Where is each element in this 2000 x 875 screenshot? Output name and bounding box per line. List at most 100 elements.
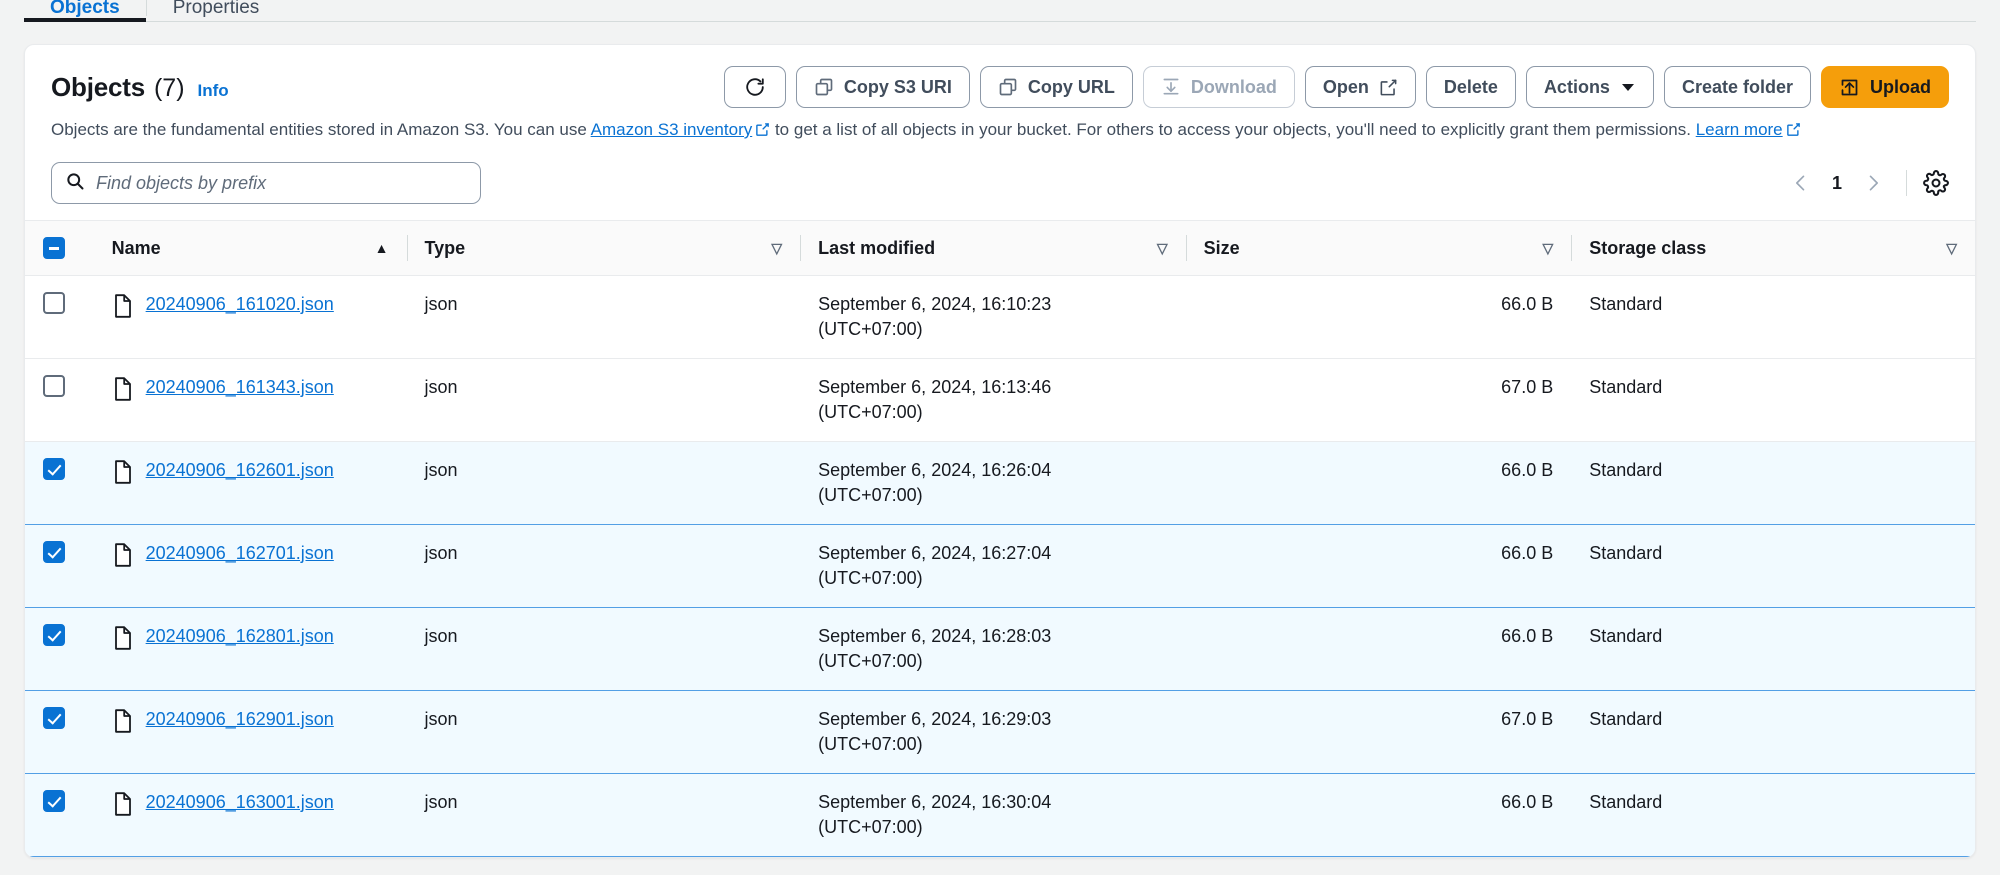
tab-objects[interactable]: Objects xyxy=(24,0,146,22)
object-name-link[interactable]: 20240906_162901.json xyxy=(146,707,334,732)
external-link-icon xyxy=(1786,120,1801,144)
row-select-cell xyxy=(25,773,94,857)
delete-label: Delete xyxy=(1443,76,1498,97)
last-modified-timezone: (UTC+07:00) xyxy=(818,319,923,339)
table-row[interactable]: 20240906_162701.json json September 6, 202… xyxy=(25,524,1975,608)
refresh-button[interactable] xyxy=(723,66,786,108)
file-icon xyxy=(112,377,134,408)
table-row[interactable]: 20240906_161020.json json September 6, 202… xyxy=(25,275,1975,359)
column-header-storage-class-label: Storage class xyxy=(1589,237,1707,258)
copy-s3-uri-label: Copy S3 URI xyxy=(843,76,952,97)
tab-properties[interactable]: Properties xyxy=(147,0,286,22)
row-type-cell: json xyxy=(406,607,801,691)
pagination-divider xyxy=(1906,170,1907,196)
row-select-cell xyxy=(25,275,94,359)
actions-label: Actions xyxy=(1543,76,1610,97)
learn-more-link[interactable]: Learn more xyxy=(1696,120,1783,139)
row-last-modified-cell: September 6, 2024, 16:13:46 (UTC+07:00) xyxy=(800,358,1186,442)
open-button[interactable]: Open xyxy=(1304,66,1416,108)
table-settings-button[interactable] xyxy=(1923,170,1949,196)
row-select-cell xyxy=(25,358,94,442)
row-checkbox[interactable] xyxy=(43,541,65,563)
last-modified-date: September 6, 2024, 16:28:03 xyxy=(818,626,1052,646)
delete-button[interactable]: Delete xyxy=(1425,66,1516,108)
row-checkbox[interactable] xyxy=(43,624,65,646)
table-row[interactable]: 20240906_163001.json json September 6, 202… xyxy=(25,773,1975,857)
row-type-cell: json xyxy=(406,358,801,442)
table-row[interactable]: 20240906_162601.json json September 6, 202… xyxy=(25,441,1975,525)
sort-icon: ▽ xyxy=(1946,240,1957,256)
last-modified-timezone: (UTC+07:00) xyxy=(818,402,923,422)
upload-button[interactable]: Upload xyxy=(1821,66,1949,108)
object-name-link[interactable]: 20240906_162601.json xyxy=(146,458,334,483)
next-page-button[interactable] xyxy=(1856,166,1890,200)
amazon-s3-inventory-link[interactable]: Amazon S3 inventory xyxy=(591,120,753,139)
search-input[interactable]: Find objects by prefix xyxy=(51,162,481,204)
select-all-checkbox[interactable] xyxy=(43,237,65,259)
refresh-icon xyxy=(744,76,766,98)
row-type-cell: json xyxy=(406,441,801,525)
row-size-cell: 66.0 B xyxy=(1185,441,1572,525)
object-name-link[interactable]: 20240906_163001.json xyxy=(146,790,334,815)
upload-label: Upload xyxy=(1870,76,1931,97)
tab-properties-label: Properties xyxy=(172,0,260,18)
download-button[interactable]: Download xyxy=(1142,66,1295,108)
info-link[interactable]: Info xyxy=(198,81,229,101)
create-folder-button[interactable]: Create folder xyxy=(1663,66,1811,108)
panel-header: Objects (7) Info Copy S3 URI Copy URL Do… xyxy=(25,45,1975,144)
panel-title-group: Objects (7) Info xyxy=(51,72,229,103)
row-checkbox[interactable] xyxy=(43,292,65,314)
row-checkbox[interactable] xyxy=(43,707,65,729)
object-name-link[interactable]: 20240906_162801.json xyxy=(146,624,334,649)
row-last-modified-cell: September 6, 2024, 16:29:03 (UTC+07:00) xyxy=(800,690,1186,774)
row-size-cell: 66.0 B xyxy=(1185,773,1572,857)
row-checkbox[interactable] xyxy=(43,458,65,480)
actions-button[interactable]: Actions xyxy=(1525,66,1654,108)
row-size-cell: 66.0 B xyxy=(1185,275,1572,359)
external-link-icon xyxy=(755,120,770,144)
prev-page-button[interactable] xyxy=(1784,166,1818,200)
download-icon xyxy=(1161,77,1181,97)
column-header-last-modified[interactable]: Last modified ▽ xyxy=(800,220,1186,276)
row-type-cell: json xyxy=(406,690,801,774)
row-checkbox[interactable] xyxy=(43,375,65,397)
column-header-name[interactable]: Name ▲ xyxy=(93,220,407,276)
file-icon xyxy=(112,626,134,657)
last-modified-date: September 6, 2024, 16:13:46 xyxy=(818,377,1052,397)
column-header-storage-class[interactable]: Storage class ▽ xyxy=(1571,220,1975,276)
row-last-modified-cell: September 6, 2024, 16:30:04 (UTC+07:00) xyxy=(800,773,1186,857)
row-storage-class-cell: Standard xyxy=(1571,773,1975,857)
row-size-cell: 67.0 B xyxy=(1185,358,1572,442)
column-header-type[interactable]: Type ▽ xyxy=(406,220,801,276)
object-name-link[interactable]: 20240906_162701.json xyxy=(146,541,334,566)
column-header-size[interactable]: Size ▽ xyxy=(1185,220,1572,276)
last-modified-date: September 6, 2024, 16:26:04 xyxy=(818,460,1052,480)
row-type-cell: json xyxy=(406,773,801,857)
row-select-cell xyxy=(25,690,94,774)
search-icon xyxy=(65,171,85,196)
page-number[interactable]: 1 xyxy=(1822,173,1852,194)
last-modified-timezone: (UTC+07:00) xyxy=(818,485,923,505)
row-checkbox[interactable] xyxy=(43,790,65,812)
row-last-modified-cell: September 6, 2024, 16:28:03 (UTC+07:00) xyxy=(800,607,1186,691)
table-row[interactable]: 20240906_162901.json json September 6, 202… xyxy=(25,690,1975,774)
table-row[interactable]: 20240906_162801.json json September 6, 202… xyxy=(25,607,1975,691)
sort-icon: ▽ xyxy=(1542,240,1554,256)
file-icon xyxy=(112,460,134,491)
last-modified-date: September 6, 2024, 16:27:04 xyxy=(818,543,1052,563)
copy-s3-uri-button[interactable]: Copy S3 URI xyxy=(795,66,970,108)
objects-table: Name ▲ Type ▽ Last modified ▽ Size ▽ Sto… xyxy=(25,220,1975,857)
row-storage-class-cell: Standard xyxy=(1571,275,1975,359)
table-row[interactable]: 20240906_161343.json json September 6, 202… xyxy=(25,358,1975,442)
object-name-link[interactable]: 20240906_161343.json xyxy=(146,375,334,400)
row-last-modified-cell: September 6, 2024, 16:27:04 (UTC+07:00) xyxy=(800,524,1186,608)
row-name-cell: 20240906_162901.json xyxy=(93,690,407,774)
object-name-link[interactable]: 20240906_161020.json xyxy=(146,292,334,317)
table-controls: Find objects by prefix 1 xyxy=(25,144,1975,220)
column-header-size-label: Size xyxy=(1203,237,1240,258)
download-label: Download xyxy=(1190,76,1277,97)
row-select-cell xyxy=(25,441,94,525)
sort-icon: ▽ xyxy=(1156,240,1168,256)
copy-url-button[interactable]: Copy URL xyxy=(979,66,1133,108)
row-last-modified-cell: September 6, 2024, 16:26:04 (UTC+07:00) xyxy=(800,441,1186,525)
